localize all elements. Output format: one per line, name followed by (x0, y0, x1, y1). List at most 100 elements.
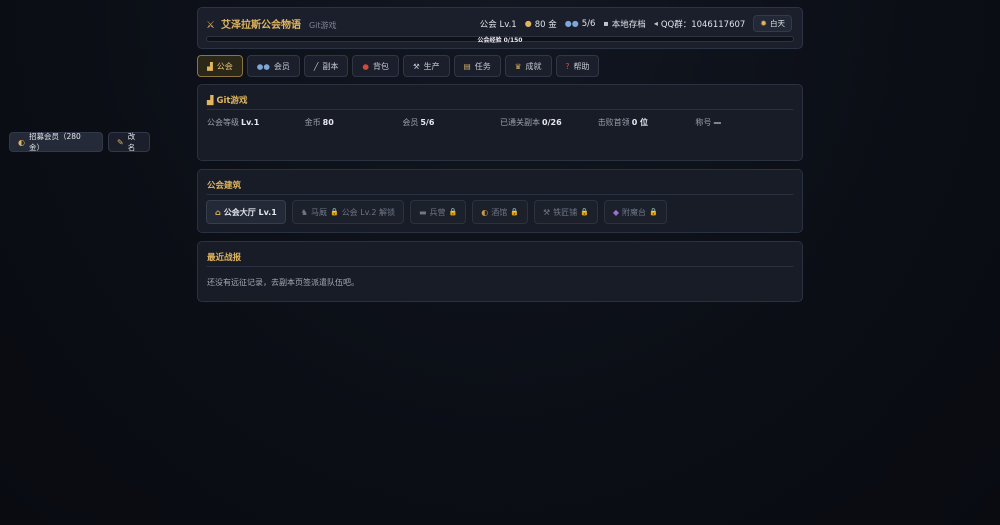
building-0[interactable]: ⌂ 公会大厅 Lv.1 (206, 200, 286, 224)
trophy-icon: ♛ (514, 61, 522, 71)
guild-level-stat: 公会 Lv.1 (480, 18, 517, 30)
battle-log-title: 最近战报 (207, 251, 793, 267)
header-brand: ⚔ 艾泽拉斯公会物语 Git游戏 (206, 16, 337, 31)
guild-stats: 公会等级 Lv.1 金币 80 会员 5/6 已通关副本 0/26 击败首领 0 位称号 — (207, 117, 793, 128)
tab-6[interactable]: ♛ 成就 (504, 55, 552, 77)
building-4[interactable]: ⚒ 铁匠铺 🔒 (533, 200, 598, 224)
main-tabs: ▟ 公会 ●● 会员 ╱ 副本 ● 背包 ⚒ 生产 ▤ 任务 ♛ 成就? 帮助 (197, 55, 803, 77)
gold-value: 80 金 (534, 19, 557, 30)
tab-label: 会员 (273, 61, 290, 71)
guild-header: ⚔ 艾泽拉斯公会物语 Git游戏 公会 Lv.1 ● 80 金 ●● 5/6 ▪… (197, 7, 803, 49)
guild-stat-value: 0 位 (631, 118, 649, 127)
recruit-member-button[interactable]: ◐ 招募会员（280 金） (9, 132, 103, 152)
members-icon: ●● (564, 19, 579, 28)
members-icon: ●● (256, 61, 270, 71)
rename-button[interactable]: ✎ 改名 (108, 132, 150, 152)
guild-stat: 会员 5/6 (402, 117, 500, 128)
guild-xp-bar: 公会经验 0/150 (206, 36, 794, 44)
tab-0[interactable]: ▟ 公会 (197, 55, 243, 77)
crossed-swords-icon: ⚔ (206, 20, 215, 31)
day-toggle-label: 白天 (770, 19, 785, 28)
guild-stat-label: 金币 (304, 118, 321, 127)
guild-stat-label: 会员 (402, 118, 419, 127)
tab-4[interactable]: ⚒ 生产 (402, 55, 450, 77)
lock-icon: 🔒 (510, 208, 519, 216)
building-unlock-note: 公会 Lv.2 解锁 (341, 207, 395, 217)
building-label: 酒馆 (491, 207, 508, 217)
building-1[interactable]: ♞ 马厩 🔒 公会 Lv.2 解锁 (291, 200, 404, 224)
guild-panel-title: ▟ Git游戏 (207, 94, 793, 110)
guild-level-label: 公会 Lv.1 (479, 19, 517, 30)
guild-stat: 公会等级 Lv.1 (207, 117, 305, 128)
building-3[interactable]: ◐ 酒馆 🔒 (472, 200, 528, 224)
scroll-icon: ▤ (463, 61, 471, 71)
rename-label: 改名 (127, 132, 136, 152)
tab-label: 帮助 (573, 61, 590, 71)
save-stat[interactable]: ▪ 本地存档 (603, 18, 645, 30)
guild-stat: 击败首领 0 位 (598, 117, 696, 128)
day-toggle-button[interactable]: ✹ 白天 (753, 15, 792, 32)
guild-stat: 金币 80 (305, 117, 403, 128)
guild-stat-value: Lv.1 (241, 118, 260, 127)
tab-1[interactable]: ●● 会员 (246, 55, 300, 77)
guild-name: Git游戏 (216, 96, 248, 106)
members-value: 5/6 (581, 18, 596, 29)
buildings-panel-title: 公会建筑 (207, 179, 793, 195)
building-label: 马厩 (310, 207, 327, 217)
guild-stat-label: 击败首领 (597, 118, 630, 127)
save-label: 本地存档 (611, 19, 646, 30)
lock-icon: 🔒 (329, 208, 339, 216)
house-icon: ⌂ (215, 207, 221, 217)
qq-label: QQ群：1046117607 (660, 19, 746, 30)
building-2[interactable]: ▬ 兵营 🔒 (409, 200, 467, 224)
guild-stat-value: — (713, 118, 722, 127)
tab-5[interactable]: ▤ 任务 (453, 55, 501, 77)
building-label: 附魔台 (622, 207, 647, 217)
bag-icon: ● (362, 61, 369, 71)
dungeon-wand-icon: ╱ (313, 61, 319, 71)
members-stat: ●● 5/6 (565, 19, 596, 29)
hammer-icon: ⚒ (542, 207, 551, 217)
guild-stat-label: 称号 (695, 118, 712, 127)
tavern-icon: ◐ (481, 207, 489, 217)
tab-label: 公会 (216, 61, 233, 71)
tab-7[interactable]: ? 帮助 (555, 55, 600, 77)
pencil-icon: ✎ (117, 137, 124, 147)
header-stats: 公会 Lv.1 ● 80 金 ●● 5/6 ▪ 本地存档 ◂ QQ群：10461… (480, 15, 792, 32)
qq-icon: ◂ (653, 19, 658, 28)
guild-stat: 称号 — (695, 117, 793, 128)
lock-icon: 🔒 (649, 208, 658, 216)
guild-chart-icon: ▟ (207, 96, 217, 106)
tab-2[interactable]: ╱ 副本 (303, 55, 349, 77)
tab-3[interactable]: ● 背包 (352, 55, 399, 77)
lock-icon: 🔒 (448, 208, 458, 216)
save-icon: ▪ (603, 19, 609, 28)
guild-stat-label: 已通关副本 (500, 118, 541, 127)
game-subtitle: Git游戏 (308, 21, 337, 30)
battle-log-panel: 最近战报 还没有远征记录，去副本页签派遣队伍吧。 (197, 241, 803, 302)
building-label: 公会大厅 Lv.1 (223, 207, 277, 217)
qq-stat: ◂ QQ群：1046117607 (654, 18, 745, 30)
guild-info-panel: ▟ Git游戏 公会等级 Lv.1 金币 80 会员 5/6 已通关副本 0/26 击败首领 0 … (197, 84, 803, 161)
guild-stat: 已通关副本 0/26 (500, 117, 598, 128)
horse-icon: ♞ (300, 207, 308, 217)
guild-chart-icon: ▟ (207, 61, 213, 71)
tab-label: 背包 (372, 61, 389, 71)
building-label: 铁匠铺 (553, 207, 578, 217)
pickaxe-icon: ⚒ (412, 61, 420, 71)
battle-log-empty-text: 还没有远征记录，去副本页签派遣队伍吧。 (207, 278, 359, 287)
bed-icon: ▬ (418, 207, 427, 217)
guild-xp-label: 公会经验 0/150 (477, 37, 523, 44)
gold-stat: ● 80 金 (525, 18, 557, 30)
guild-stat-value: 5/6 (420, 118, 435, 127)
guild-stat-value: 0/26 (542, 118, 562, 127)
question-icon: ? (565, 61, 570, 71)
building-5[interactable]: ◆ 附魔台 🔒 (603, 200, 667, 224)
tab-label: 副本 (322, 61, 339, 71)
tab-label: 任务 (474, 61, 491, 71)
guild-stat-label: 公会等级 (207, 118, 239, 127)
lock-icon: 🔒 (580, 208, 589, 216)
guild-stat-value: 80 (322, 118, 334, 127)
recruit-label: 招募会员（280 金） (28, 132, 81, 152)
gold-bag-icon: ● (524, 19, 532, 28)
